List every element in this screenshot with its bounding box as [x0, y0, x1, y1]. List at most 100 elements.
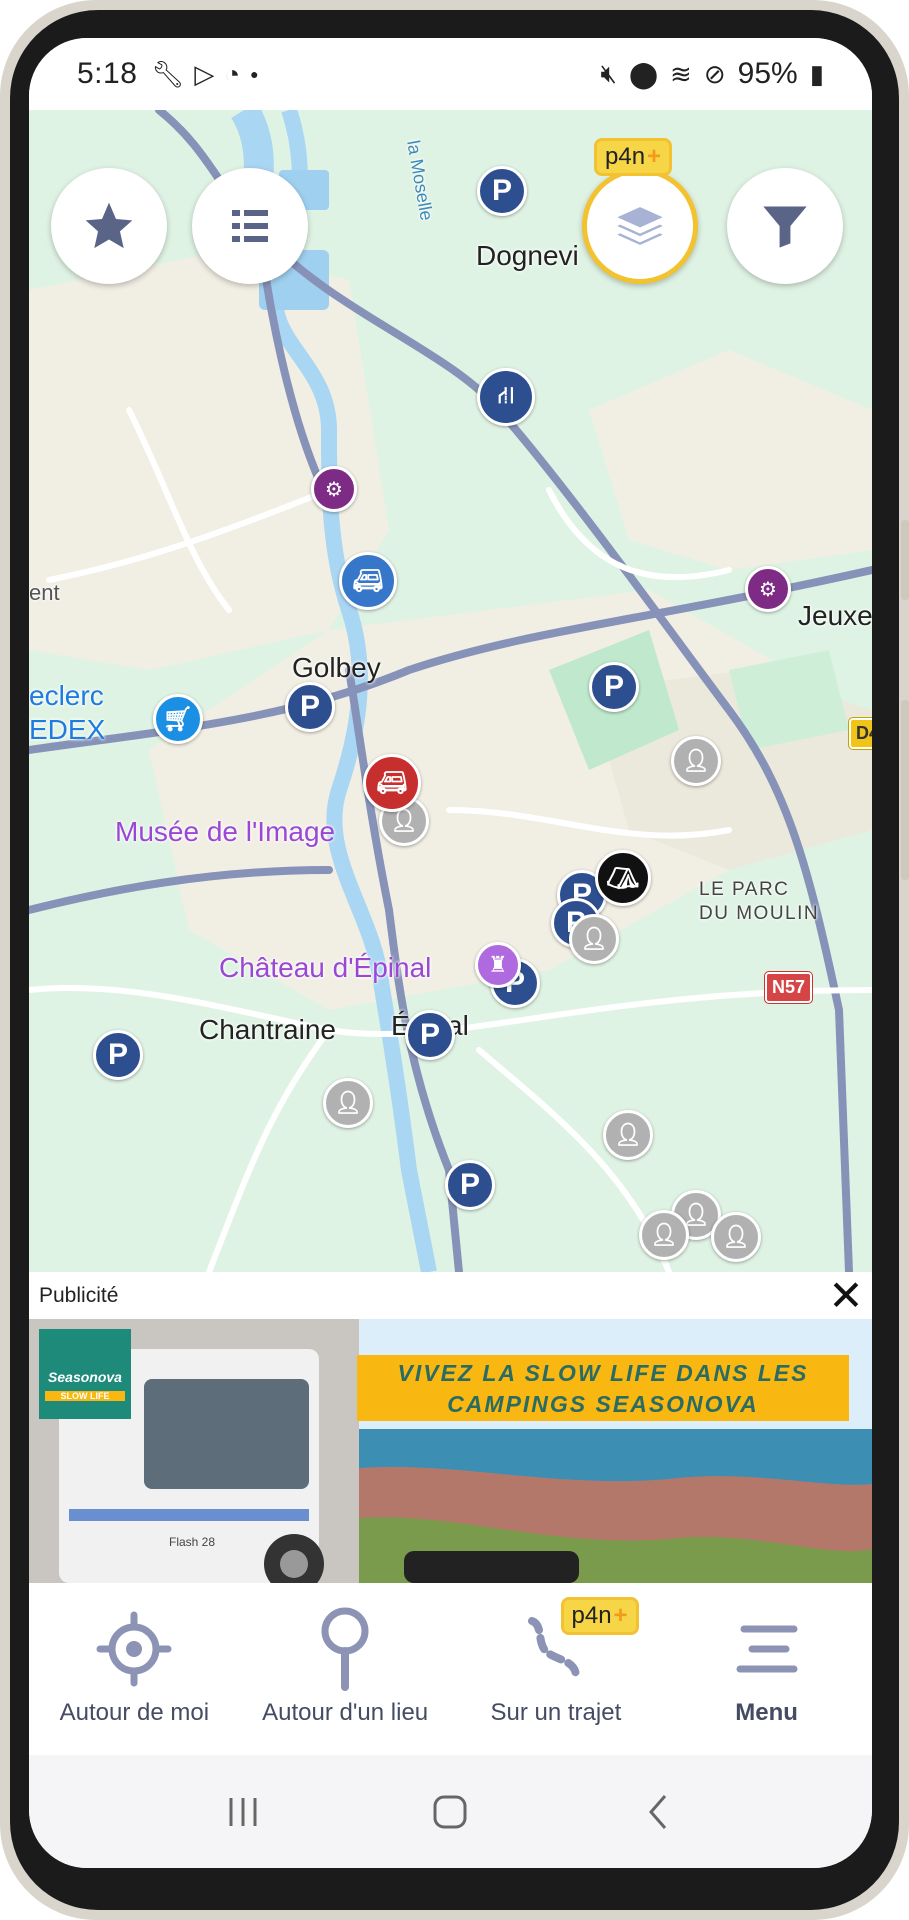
map-layers-button[interactable]	[582, 168, 698, 284]
highway-icon: ⛙	[497, 382, 515, 409]
map-pin-icon	[321, 1607, 369, 1691]
recent-apps-button[interactable]	[203, 1782, 283, 1842]
user-spot-pin[interactable]: 👤︎	[323, 1078, 373, 1128]
wifi-icon: ≋	[670, 58, 692, 89]
mute-icon: 🔇︎	[600, 58, 617, 88]
ad-logo-text: Seasonova	[48, 1369, 122, 1385]
map-base-layer	[29, 110, 872, 1272]
parking-pin[interactable]: P	[405, 1010, 455, 1060]
premium-plus-icon: +	[647, 143, 662, 170]
ad-banner[interactable]: Seasonova SLOW LIFE VIVEZ LA SLOW LIFE D…	[29, 1319, 872, 1583]
user-spot-pin[interactable]: 👤︎	[671, 736, 721, 786]
user-spot-pin[interactable]: 👤︎	[603, 1110, 653, 1160]
power-button	[901, 700, 909, 880]
map-view[interactable]: Dognevi Jeuxe Golbey eclerc EDEX ent Mus…	[29, 110, 872, 1272]
gear-hand-icon: ⚙	[325, 478, 343, 501]
ad-headline: VIVEZ LA SLOW LIFE DANS LES CAMPINGS SEA…	[357, 1355, 849, 1421]
label-musee: Musée de l'Image	[115, 816, 336, 847]
tent-icon: ⛺︎	[606, 862, 640, 893]
status-time: 5:18	[77, 57, 138, 90]
route-premium-text: p4n	[571, 1602, 612, 1629]
user-spot-pin[interactable]: 👤︎	[711, 1212, 761, 1262]
user-spot-pin[interactable]: 👤︎	[639, 1210, 689, 1260]
route-premium-plus-icon: +	[613, 1602, 628, 1629]
parking-pin[interactable]: P	[589, 662, 639, 712]
nav-around-place[interactable]: Autour d'un lieu	[240, 1583, 451, 1755]
road-shield-n57: N57	[763, 971, 814, 1004]
home-button[interactable]	[410, 1782, 490, 1842]
label-golbey: Golbey	[292, 652, 381, 683]
back-icon	[649, 1794, 667, 1829]
label-leclerc: eclerc	[29, 680, 104, 711]
user-spot-pin[interactable]: 👤︎	[569, 914, 619, 964]
crosshair-icon	[96, 1611, 172, 1687]
castle-pin: ♜	[475, 942, 521, 988]
gear-hand-icon: ⚙	[759, 578, 777, 601]
ad-brand-logo: Seasonova SLOW LIFE	[39, 1329, 131, 1419]
label-chateau: Château d'Épinal	[219, 952, 432, 983]
star-icon	[85, 202, 133, 249]
label-ent: ent	[29, 580, 60, 605]
layers-icon	[612, 204, 668, 248]
nav-around-me-label: Autour de moi	[59, 1699, 210, 1726]
nav-around-me[interactable]: Autour de moi	[29, 1583, 240, 1755]
volume-button	[901, 520, 909, 600]
battery-icon: ▮	[809, 58, 824, 89]
ad-close-button[interactable]: ✕	[826, 1275, 866, 1317]
system-navigation-bar	[29, 1755, 872, 1868]
label-chantraine: Chantraine	[199, 1014, 336, 1045]
nav-menu[interactable]: Menu	[661, 1583, 872, 1755]
play-store-icon: ▷	[194, 58, 215, 89]
route-premium-badge: p4n +	[560, 1597, 639, 1635]
person-icon: 👤︎	[580, 926, 608, 951]
list-view-button[interactable]	[192, 168, 308, 284]
highway-area-pin[interactable]: ⛙	[477, 368, 535, 426]
person-icon: 👤︎	[614, 1122, 642, 1147]
person-icon: 👤︎	[722, 1224, 750, 1249]
nav-around-place-label: Autour d'un lieu	[262, 1699, 429, 1726]
parking-pin[interactable]: P	[285, 682, 335, 732]
parking-pin[interactable]: P	[93, 1030, 143, 1080]
back-button[interactable]	[618, 1782, 698, 1842]
dot-icon: ●	[250, 66, 259, 82]
battery-percentage: 95%	[737, 57, 798, 90]
assistant-icon: ◔	[224, 58, 241, 89]
filter-button[interactable]	[727, 168, 843, 284]
premium-badge: p4n +	[594, 138, 673, 176]
cart-icon: 🛒︎	[162, 705, 194, 733]
label-le-parc: LE PARC	[699, 879, 790, 900]
nav-on-route[interactable]: p4n + Sur un trajet	[451, 1583, 662, 1755]
nav-on-route-label: Sur un trajet	[490, 1699, 622, 1726]
menu-icon	[736, 1625, 798, 1673]
person-icon: 👤︎	[334, 1090, 362, 1115]
service-pin[interactable]: ⚙	[311, 466, 357, 512]
bottom-navigation: Autour de moi Autour d'un lieu p4n + Sur …	[29, 1583, 872, 1755]
ad-logo-sub: SLOW LIFE	[45, 1391, 125, 1401]
ad-label-bar: Publicité ✕	[29, 1272, 872, 1319]
castle-icon: ♜	[488, 952, 508, 977]
parking-pin[interactable]: P	[477, 166, 527, 216]
label-du-moulin: DU MOULIN	[699, 903, 820, 924]
location-icon: ⬤	[628, 58, 659, 89]
premium-badge-text: p4n	[605, 143, 646, 170]
camper-van-icon: 🚐︎	[352, 567, 384, 595]
recent-apps-icon	[229, 1797, 257, 1826]
favorites-button[interactable]	[51, 168, 167, 284]
nav-menu-label: Menu	[735, 1699, 798, 1726]
camper-service-pin[interactable]: 🚐︎	[363, 754, 421, 812]
dnd-icon: ⊘	[703, 58, 726, 89]
list-icon	[232, 210, 268, 242]
filter-icon	[763, 206, 807, 248]
label-leclerc-2: EDEX	[29, 714, 106, 745]
person-icon: 👤︎	[650, 1222, 678, 1247]
camper-area-pin[interactable]: 🚐︎	[339, 552, 397, 610]
service-pin[interactable]: ⚙	[745, 566, 791, 612]
camper-van-icon: 🚐︎	[376, 769, 408, 797]
shop-pin[interactable]: 🛒︎	[153, 694, 203, 744]
status-bar: 5:18 🔧︎ ▷ ◔ ● 🔇︎ ⬤ ≋ ⊘ 95% ▮	[29, 38, 872, 110]
label-dognevi: Dognevi	[476, 240, 579, 271]
ad-label: Publicité	[39, 1283, 119, 1307]
campsite-pin[interactable]: ⛺︎	[595, 850, 651, 906]
parking-pin[interactable]: P	[445, 1160, 495, 1210]
ad-vehicle-text: Flash 28	[169, 1535, 216, 1549]
